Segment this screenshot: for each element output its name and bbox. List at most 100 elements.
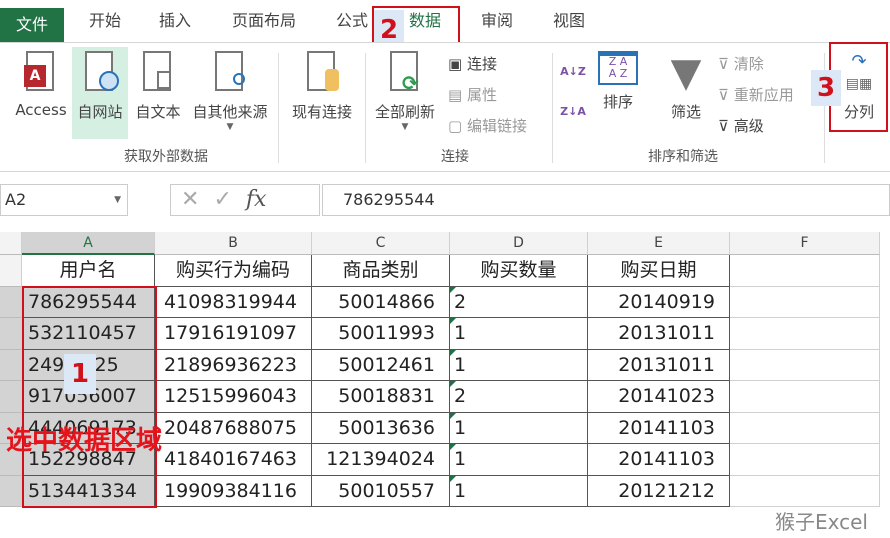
label: 自文本 [135, 103, 180, 121]
table-cell[interactable]: 17916191097 [155, 318, 312, 350]
table-cell[interactable] [730, 476, 880, 508]
tab-view[interactable]: 视图 [544, 0, 594, 42]
table-cell[interactable]: 20131011 [588, 350, 730, 382]
table-cell[interactable]: 41098319944 [155, 287, 312, 319]
number-as-text-indicator [450, 318, 456, 324]
table-cell[interactable]: 50011993 [312, 318, 450, 350]
table-cell[interactable]: 19909384116 [155, 476, 312, 508]
sort-ascending-button[interactable]: A↓Z [556, 65, 590, 78]
table-cell[interactable]: 121394024 [312, 444, 450, 476]
table-cell[interactable]: 20141023 [588, 381, 730, 413]
refresh-all-button[interactable]: ⟳ 全部刷新 ▼ [370, 51, 440, 132]
cancel-icon[interactable]: ✕ [181, 187, 199, 212]
number-as-text-indicator [450, 350, 456, 356]
table-cell[interactable]: 1 [450, 318, 588, 350]
from-web-button[interactable]: 自网站 [72, 47, 128, 139]
tab-file[interactable]: 文件 [0, 8, 64, 42]
table-cell[interactable]: 50010557 [312, 476, 450, 508]
refresh-icon: ⟳ [386, 51, 424, 95]
table-cell[interactable]: 20141103 [588, 444, 730, 476]
label: 排序 [603, 93, 633, 111]
row-header[interactable] [0, 476, 22, 508]
header-cell[interactable]: 购买日期 [588, 255, 730, 287]
table-cell[interactable] [730, 287, 880, 319]
table-cell[interactable]: 20140919 [588, 287, 730, 319]
row-header[interactable] [0, 318, 22, 350]
selection-highlight [22, 286, 157, 508]
label: 自网站 [77, 103, 122, 121]
formula-input[interactable]: 786295544 [322, 184, 890, 216]
table-cell[interactable]: 1 [450, 413, 588, 445]
select-all-corner[interactable] [0, 232, 22, 255]
table-cell[interactable]: 21896936223 [155, 350, 312, 382]
row-header[interactable] [0, 381, 22, 413]
name-box[interactable]: A2▼ [0, 184, 128, 216]
column-header-F[interactable]: F [730, 232, 880, 255]
header-cell[interactable] [730, 255, 880, 287]
header-cell[interactable]: 商品类别 [312, 255, 450, 287]
table-cell[interactable] [730, 350, 880, 382]
existing-connections-icon [303, 51, 341, 95]
select-data-label: 选中数据区域 [6, 420, 162, 457]
row-header[interactable] [0, 287, 22, 319]
tab-insert[interactable]: 插入 [150, 0, 200, 42]
sort-az-icon: Z AA Z [598, 51, 638, 85]
tab-formulas[interactable]: 公式 [330, 0, 374, 42]
from-text-button[interactable]: 自文本 [130, 51, 186, 122]
table-cell[interactable]: 1 [450, 444, 588, 476]
table-cell[interactable]: 20121212 [588, 476, 730, 508]
table-cell[interactable]: 12515996043 [155, 381, 312, 413]
label: 自其他来源 [192, 103, 267, 121]
table-cell[interactable]: 50012461 [312, 350, 450, 382]
table-cell[interactable]: 50014866 [312, 287, 450, 319]
sort-descending-button[interactable]: Z↓A [556, 105, 590, 118]
table-cell[interactable] [730, 413, 880, 445]
advanced-filter-button[interactable]: ⊽ 高级 [718, 115, 764, 136]
column-header-D[interactable]: D [450, 232, 588, 255]
table-cell[interactable]: 1 [450, 350, 588, 382]
properties-button[interactable]: ▤ 属性 [448, 84, 497, 105]
row-header[interactable] [0, 350, 22, 382]
group-label-connections: 连接 [441, 146, 469, 166]
globe-doc-icon [81, 51, 119, 95]
column-header-C[interactable]: C [312, 232, 450, 255]
table-cell[interactable]: 2 [450, 381, 588, 413]
sort-button[interactable]: Z AA Z 排序 [594, 51, 642, 112]
label: Access [15, 101, 66, 119]
tab-review[interactable]: 审阅 [472, 0, 522, 42]
header-cell[interactable]: 用户名 [22, 255, 155, 287]
number-as-text-indicator [450, 476, 456, 482]
table-cell[interactable] [730, 444, 880, 476]
from-access-button[interactable]: A Access [12, 51, 70, 119]
filter-button[interactable]: ▼ 筛选 [662, 51, 710, 122]
fx-icon[interactable]: fx [246, 187, 267, 212]
tab-page-layout[interactable]: 页面布局 [222, 0, 306, 42]
connections-button[interactable]: ▣ 连接 [448, 53, 497, 74]
tab-home[interactable]: 开始 [80, 0, 130, 42]
column-header-A[interactable]: A [22, 232, 155, 255]
header-cell[interactable]: 购买数量 [450, 255, 588, 287]
table-cell[interactable] [730, 318, 880, 350]
from-other-sources-button[interactable]: 自其他来源 ▼ [188, 51, 272, 132]
table-cell[interactable]: 50018831 [312, 381, 450, 413]
enter-icon[interactable]: ✓ [213, 187, 231, 212]
label: 属性 [467, 86, 497, 104]
header-cell[interactable]: 购买行为编码 [155, 255, 312, 287]
table-cell[interactable] [730, 381, 880, 413]
column-header-B[interactable]: B [155, 232, 312, 255]
chevron-down-icon[interactable]: ▼ [114, 185, 121, 215]
table-cell[interactable]: 20487688075 [155, 413, 312, 445]
table-cell[interactable]: 50013636 [312, 413, 450, 445]
table-cell[interactable]: 2 [450, 287, 588, 319]
column-header-E[interactable]: E [588, 232, 730, 255]
clear-filter-button[interactable]: ⊽ 清除 [718, 53, 764, 74]
table-cell[interactable]: 20131011 [588, 318, 730, 350]
reapply-button[interactable]: ⊽ 重新应用 [718, 84, 794, 105]
table-cell[interactable]: 41840167463 [155, 444, 312, 476]
edit-links-button[interactable]: ▢ 编辑链接 [448, 115, 527, 136]
group-label-sort-filter: 排序和筛选 [648, 146, 718, 166]
row-header[interactable] [0, 255, 22, 287]
existing-connections-button[interactable]: 现有连接 [286, 51, 358, 122]
table-cell[interactable]: 20141103 [588, 413, 730, 445]
table-cell[interactable]: 1 [450, 476, 588, 508]
